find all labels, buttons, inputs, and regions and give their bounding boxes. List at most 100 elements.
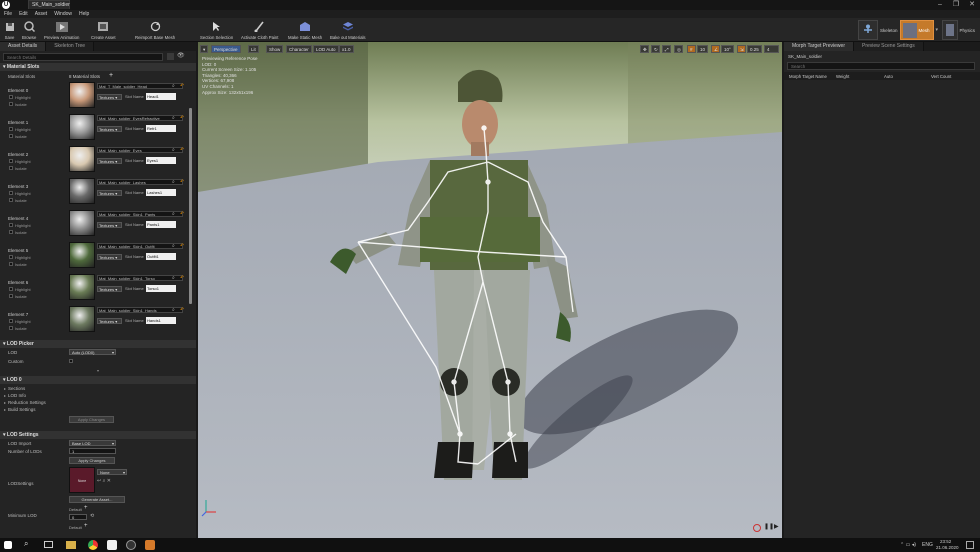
highlight-checkbox[interactable]	[9, 287, 13, 291]
reduction-settings-row[interactable]: Reduction Settings	[8, 400, 46, 405]
mode-dropdown-icon[interactable]: ▾	[936, 27, 940, 33]
reset-material-icon[interactable]: ↶	[180, 115, 184, 121]
slot-name-input[interactable]: Hands1	[146, 317, 176, 324]
browse-material-icon[interactable]: ⌕	[172, 243, 175, 249]
reimport-base-mesh-button[interactable]: Reimport Base Mesh	[135, 19, 175, 41]
section-selection-button[interactable]: Section Selection	[200, 19, 233, 41]
material-thumbnail[interactable]	[69, 114, 95, 140]
textures-dropdown[interactable]: Textures ▾	[97, 94, 122, 100]
playback-speed-button[interactable]: x1.0	[339, 45, 354, 53]
slot-name-input[interactable]: Outfit1	[146, 253, 176, 260]
tab-preview-scene-settings[interactable]: Preview Scene Settings	[854, 42, 924, 51]
browse-button[interactable]: Browse	[22, 19, 36, 41]
textures-dropdown[interactable]: Textures ▾	[97, 318, 122, 324]
reset-material-icon[interactable]: ↶	[180, 179, 184, 185]
isolate-checkbox[interactable]	[9, 134, 13, 138]
skeleton-mode-button[interactable]	[858, 20, 878, 40]
browse-asset-icon[interactable]: ↩ ⌕ ✕	[97, 478, 111, 484]
rotate-mode-icon[interactable]: ↻	[651, 45, 660, 53]
document-tab[interactable]: SK_Main_soldier	[28, 0, 70, 9]
lod0-header[interactable]: ▾ LOD 0	[0, 376, 196, 384]
lodsettings-asset-dropdown[interactable]: None ▾	[97, 469, 127, 475]
task-view-icon[interactable]	[44, 541, 53, 548]
material-thumbnail[interactable]	[69, 242, 95, 268]
highlight-checkbox[interactable]	[9, 159, 13, 163]
reset-material-icon[interactable]: ↶	[180, 83, 184, 89]
reset-material-icon[interactable]: ↶	[180, 147, 184, 153]
lod-settings-header[interactable]: ▾ LOD Settings	[0, 431, 196, 439]
highlight-checkbox[interactable]	[9, 191, 13, 195]
unreal-engine-taskbar-icon[interactable]	[126, 540, 136, 550]
property-matrix-icon[interactable]	[167, 53, 174, 60]
custom-checkbox[interactable]	[69, 359, 73, 363]
highlight-checkbox[interactable]	[9, 127, 13, 131]
lod-picker-header[interactable]: ▾ LOD Picker	[0, 340, 196, 348]
rotation-snap-icon[interactable]: ∠	[711, 45, 720, 53]
physics-mode-button[interactable]	[941, 20, 958, 40]
highlight-checkbox[interactable]	[9, 319, 13, 323]
add-material-slot-button[interactable]: +	[109, 72, 113, 79]
lit-button[interactable]: Lit	[248, 45, 259, 53]
lod-info-row[interactable]: LOD Info	[8, 393, 26, 398]
highlight-checkbox[interactable]	[9, 95, 13, 99]
material-thumbnail[interactable]	[69, 306, 95, 332]
browse-material-icon[interactable]: ⌕	[172, 179, 175, 185]
tray-icons[interactable]: ⌃ ▭ ◂)	[900, 542, 916, 548]
grid-snap-value[interactable]: 10	[697, 45, 709, 53]
notepad-icon[interactable]	[107, 540, 117, 550]
activate-cloth-paint-button[interactable]: Activate Cloth Paint	[241, 19, 279, 41]
character-button[interactable]: Character	[286, 45, 312, 53]
lod-dropdown[interactable]: Auto (LOD0) ▾	[69, 349, 116, 355]
textures-dropdown[interactable]: Textures ▾	[97, 286, 122, 292]
column-auto[interactable]: Auto	[884, 74, 893, 79]
textures-dropdown[interactable]: Textures ▾	[97, 158, 122, 164]
perspective-button[interactable]: Perspective	[211, 45, 241, 53]
select-mode-icon[interactable]: ✥	[640, 45, 649, 53]
column-morph-target-name[interactable]: Morph Target Name	[789, 74, 827, 79]
clock-date[interactable]: 21.06.2020	[936, 545, 959, 550]
tab-morph-target-previewer[interactable]: Morph Target Previewer	[784, 42, 854, 51]
morph-search-input[interactable]: Search	[787, 62, 975, 70]
isolate-checkbox[interactable]	[9, 230, 13, 234]
textures-dropdown[interactable]: Textures ▾	[97, 222, 122, 228]
browse-material-icon[interactable]: ⌕	[172, 211, 175, 217]
isolate-checkbox[interactable]	[9, 166, 13, 170]
create-asset-button[interactable]: Create Asset	[91, 19, 116, 41]
viewport-menu-button[interactable]: ▾	[200, 45, 208, 53]
browse-material-icon[interactable]: ⌕	[172, 83, 175, 89]
viewport[interactable]: ▾ Perspective Lit Show Character LOD Aut…	[198, 42, 782, 538]
menu-file[interactable]: File	[4, 11, 12, 17]
scale-snap-icon[interactable]: ⇲	[737, 45, 746, 53]
bake-out-materials-button[interactable]: Bake out Materials	[330, 19, 366, 41]
expand-arrow-icon[interactable]: ▸	[4, 400, 6, 405]
make-static-mesh-button[interactable]: Make Static Mesh	[288, 19, 322, 41]
textures-dropdown[interactable]: Textures ▾	[97, 190, 122, 196]
slot-name-input[interactable]: Refr1	[146, 125, 176, 132]
camera-speed-button[interactable]: 4	[764, 45, 779, 53]
material-thumbnail[interactable]	[69, 178, 95, 204]
column-weight[interactable]: Weight	[836, 74, 849, 79]
expand-arrow-icon[interactable]: ▾	[0, 368, 196, 373]
show-button[interactable]: Show	[266, 45, 284, 53]
preview-animation-button[interactable]: Preview Animation	[44, 19, 79, 41]
save-button[interactable]: Save	[3, 19, 16, 41]
number-of-lods-input[interactable]: 1	[69, 448, 116, 454]
material-asset-field[interactable]: Mat_Main_soldier_Eyes	[97, 147, 183, 153]
column-vert-count[interactable]: Vert Count	[931, 74, 951, 79]
isolate-checkbox[interactable]	[9, 326, 13, 330]
build-settings-row[interactable]: Build Settings	[8, 407, 36, 412]
slot-name-input[interactable]: Head1	[146, 93, 176, 100]
material-asset-field[interactable]: Mat_Main_soldier_Skin1_Pants	[97, 211, 183, 217]
details-scrollbar[interactable]	[189, 108, 192, 304]
isolate-checkbox[interactable]	[9, 102, 13, 106]
slot-name-input[interactable]: Eyes1	[146, 157, 176, 164]
material-asset-field[interactable]: Mat_Main_soldier_Skin1_Hands	[97, 307, 183, 313]
slot-name-input[interactable]: Torso1	[146, 285, 176, 292]
material-asset-field[interactable]: Mat_Main_soldier_EyesRefractive	[97, 115, 183, 121]
browse-material-icon[interactable]: ⌕	[172, 275, 175, 281]
menu-help[interactable]: Help	[79, 11, 89, 17]
file-explorer-icon[interactable]	[66, 541, 76, 549]
lod-import-dropdown[interactable]: Base LOD ▾	[69, 440, 116, 446]
view-options-icon[interactable]: 👁	[177, 52, 185, 59]
textures-dropdown[interactable]: Textures ▾	[97, 254, 122, 260]
